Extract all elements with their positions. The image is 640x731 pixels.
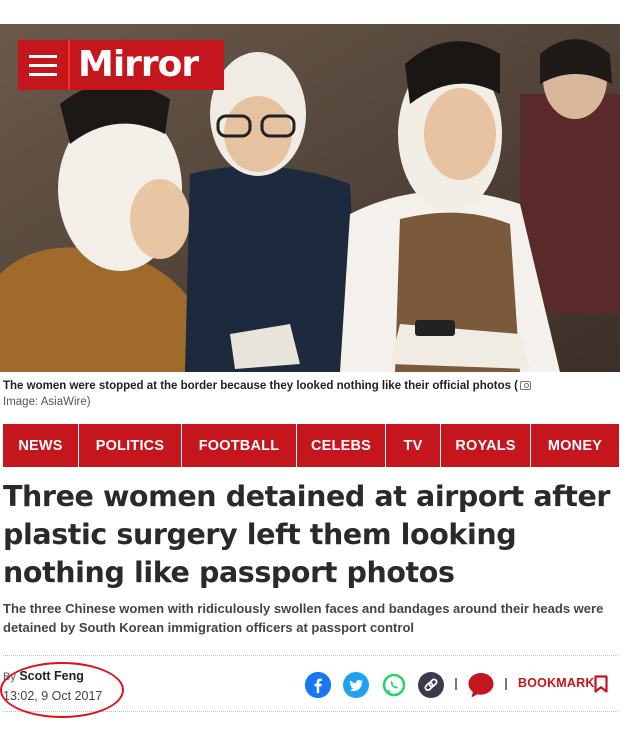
divider-top [3,655,618,656]
camera-icon [520,381,532,390]
logo-wordmark: Mirror [70,40,224,90]
nav-money[interactable]: MONEY [531,424,619,467]
whatsapp-icon[interactable] [381,672,407,698]
nav-football[interactable]: FOOTBALL [182,424,297,467]
annotation-circle [0,662,124,718]
menu-icon[interactable] [18,40,70,90]
section-nav: NEWS POLITICS FOOTBALL CELEBS TV ROYALS … [3,424,619,467]
nav-celebs[interactable]: CELEBS [297,424,386,467]
bookmark-icon[interactable] [594,675,608,693]
link-icon[interactable] [418,672,444,698]
nav-politics[interactable]: POLITICS [79,424,182,467]
share-separator [505,678,507,690]
bookmark-button[interactable]: BOOKMARK [518,676,595,690]
photo-caption: The women were stopped at the border bec… [3,378,619,410]
comment-icon[interactable] [466,670,496,700]
article-standfirst: The three Chinese women with ridiculousl… [3,601,604,635]
nav-tv[interactable]: TV [386,424,441,467]
nav-news[interactable]: NEWS [3,424,79,467]
facebook-icon[interactable] [305,672,331,698]
photo-credit: Image: AsiaWire) [3,396,91,408]
caption-text: The women were stopped at the border bec… [3,380,519,392]
nav-royals[interactable]: ROYALS [441,424,531,467]
article-headline: Three women detained at airport after pl… [3,480,611,589]
twitter-icon[interactable] [343,672,369,698]
site-logo[interactable]: Mirror [18,40,224,90]
share-separator [455,678,457,690]
